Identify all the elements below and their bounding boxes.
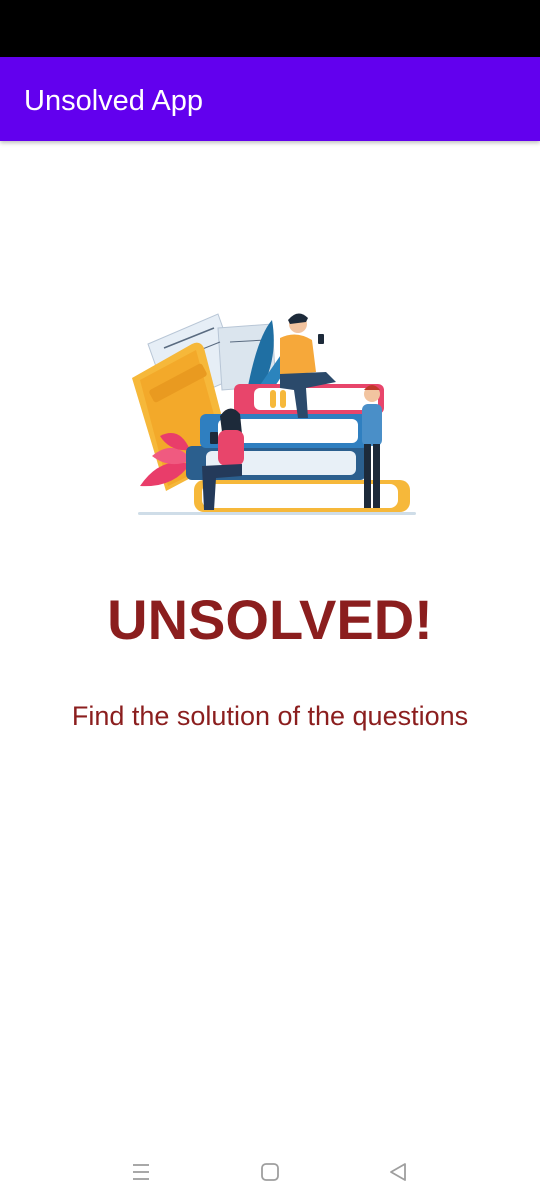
app-bar: Unsolved App — [0, 57, 540, 141]
status-bar — [0, 0, 540, 57]
books-illustration — [132, 313, 416, 515]
page-subtitle: Find the solution of the questions — [71, 701, 469, 731]
app-title: Unsolved App — [24, 85, 203, 117]
back-icon[interactable] — [380, 1154, 416, 1190]
page-headline: UNSOLVED! — [107, 588, 433, 651]
system-nav-bar — [0, 1140, 540, 1200]
home-icon[interactable] — [252, 1154, 288, 1190]
recent-apps-icon[interactable] — [123, 1154, 159, 1190]
